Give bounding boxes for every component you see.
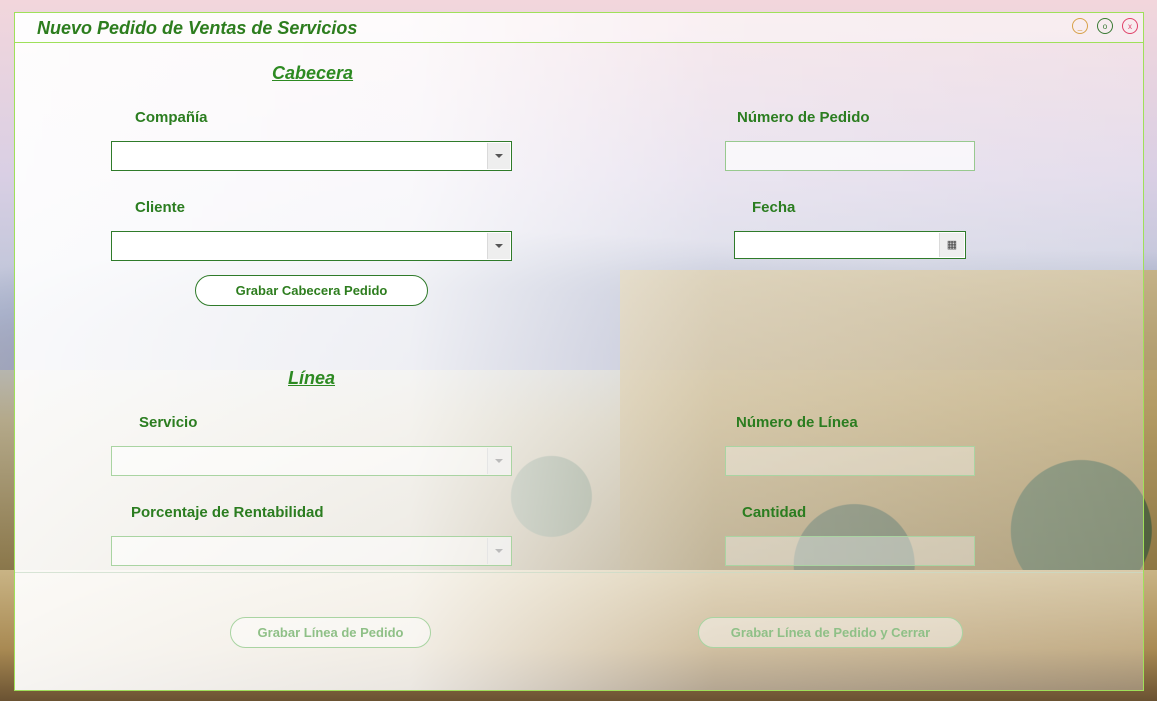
client-combobox[interactable]	[111, 231, 512, 261]
window-title: Nuevo Pedido de Ventas de Servicios	[37, 18, 358, 38]
order-number-label: Número de Pedido	[737, 109, 870, 126]
save-header-button[interactable]: Grabar Cabecera Pedido	[195, 275, 428, 306]
service-label: Servicio	[139, 414, 198, 431]
client-label: Cliente	[135, 199, 186, 216]
date-label: Fecha	[752, 199, 796, 216]
profit-percentage-combobox[interactable]	[111, 536, 512, 566]
date-picker[interactable]: ▦	[734, 231, 966, 259]
service-combobox[interactable]	[111, 446, 512, 476]
maximize-button[interactable]: o	[1097, 18, 1113, 34]
profit-percentage-label: Porcentaje de Rentabilidad	[131, 504, 324, 521]
order-window: Nuevo Pedido de Ventas de Servicios _ o …	[14, 12, 1144, 691]
company-combobox[interactable]	[111, 141, 512, 171]
line-number-label: Número de Línea	[736, 414, 858, 431]
close-button[interactable]: x	[1122, 18, 1138, 34]
quantity-label: Cantidad	[742, 504, 807, 521]
line-section-title: Línea	[288, 368, 336, 388]
minimize-button[interactable]: _	[1072, 18, 1088, 34]
save-line-button[interactable]: Grabar Línea de Pedido	[230, 617, 431, 648]
chevron-down-icon[interactable]	[487, 448, 510, 474]
chevron-down-icon[interactable]	[487, 233, 510, 259]
header-section-title: Cabecera	[272, 63, 354, 83]
calendar-icon[interactable]: ▦	[939, 233, 964, 257]
title-bar[interactable]: Nuevo Pedido de Ventas de Servicios _ o …	[15, 13, 1143, 43]
company-label: Compañía	[135, 109, 208, 126]
divider	[15, 572, 1143, 573]
chevron-down-icon[interactable]	[487, 538, 510, 564]
order-number-field[interactable]	[725, 141, 975, 171]
chevron-down-icon[interactable]	[487, 143, 510, 169]
save-line-and-close-button[interactable]: Grabar Línea de Pedido y Cerrar	[698, 617, 963, 648]
line-number-field[interactable]	[725, 446, 975, 476]
quantity-field[interactable]	[725, 536, 975, 566]
